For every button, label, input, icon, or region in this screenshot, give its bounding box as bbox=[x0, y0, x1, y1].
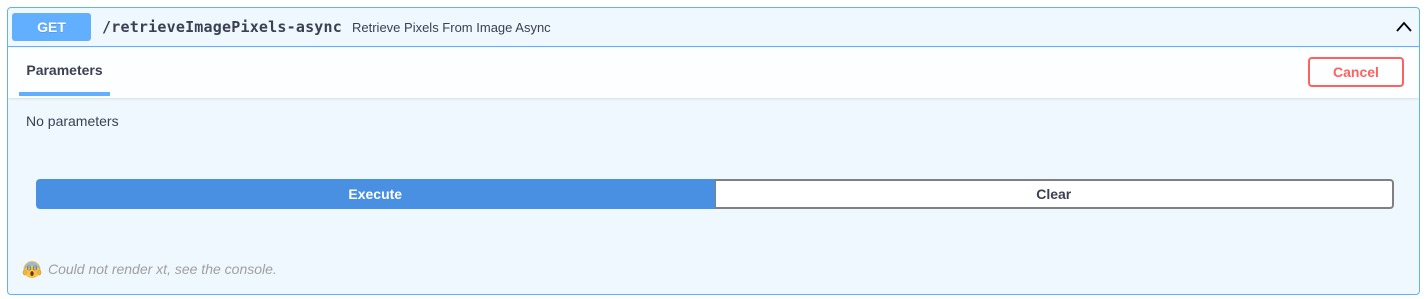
http-method-badge: GET bbox=[12, 13, 91, 41]
tab-parameters-label: Parameters bbox=[26, 62, 103, 78]
operation-description: Retrieve Pixels From Image Async bbox=[352, 19, 551, 35]
tab-parameters[interactable]: Parameters bbox=[19, 48, 110, 96]
screaming-face-icon bbox=[22, 261, 42, 278]
operation-path: /retrieveImagePixels-async bbox=[102, 18, 342, 36]
parameters-section-header: Parameters Cancel bbox=[8, 48, 1419, 98]
clear-button[interactable]: Clear bbox=[714, 179, 1394, 209]
operation-summary[interactable]: GET /retrieveImagePixels-async Retrieve … bbox=[8, 8, 1419, 47]
execute-actions: Execute Clear bbox=[36, 179, 1394, 209]
chevron-up-icon[interactable] bbox=[1395, 20, 1413, 34]
no-parameters-text: No parameters bbox=[26, 113, 119, 129]
error-message: Could not render xt, see the console. bbox=[48, 261, 277, 277]
render-error: Could not render xt, see the console. bbox=[22, 259, 277, 279]
cancel-button[interactable]: Cancel bbox=[1308, 57, 1404, 87]
execute-button[interactable]: Execute bbox=[36, 179, 715, 209]
operation-block-get-retrieve-image-pixels: GET /retrieveImagePixels-async Retrieve … bbox=[7, 7, 1420, 295]
